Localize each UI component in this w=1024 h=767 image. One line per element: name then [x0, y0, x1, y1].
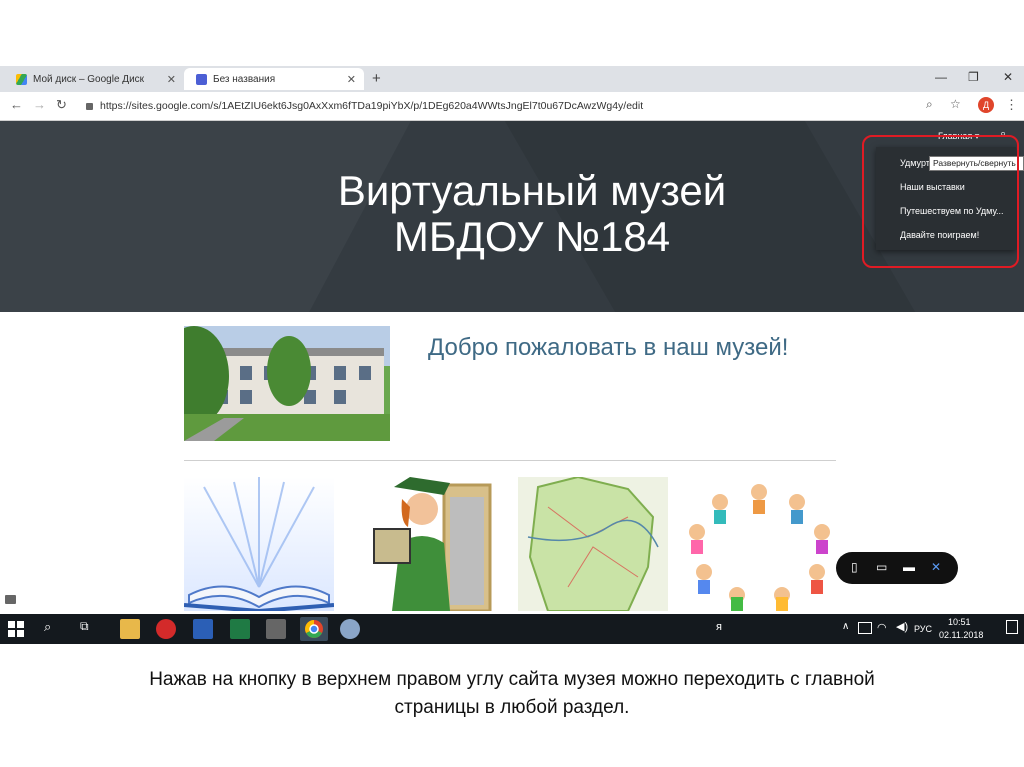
search-icon[interactable]: ⌕	[44, 619, 64, 639]
new-tab-button[interactable]: +	[372, 70, 381, 87]
close-preview-icon[interactable]: ✕	[931, 560, 941, 574]
excel-icon[interactable]	[230, 619, 250, 639]
forward-icon[interactable]: →	[33, 97, 46, 112]
google-sites-icon	[196, 73, 207, 85]
wifi-icon[interactable]: ◠	[877, 621, 887, 634]
slide-caption: Нажав на кнопку в верхнем правом углу са…	[0, 666, 1024, 722]
children-circle-image[interactable]	[682, 477, 837, 611]
tab-label: Мой диск – Google Диск	[33, 73, 145, 85]
word-icon[interactable]	[193, 619, 213, 639]
file-explorer-icon[interactable]	[120, 619, 140, 639]
opera-icon[interactable]	[156, 619, 176, 639]
tab-google-drive[interactable]: Мой диск – Google Диск ✕	[4, 68, 184, 90]
phone-preview-icon[interactable]: ▯	[851, 560, 858, 574]
clock-date[interactable]: 02.11.2018	[939, 630, 983, 640]
school-building-photo	[184, 326, 390, 441]
url-text: https://sites.google.com/s/1AEtZIU6ekt6J…	[100, 100, 644, 112]
lock-icon	[86, 102, 93, 110]
people-icon[interactable]: ᴙ	[716, 621, 722, 633]
caption-line1: Нажав на кнопку в верхнем правом углу са…	[149, 669, 875, 690]
input-language[interactable]: РУС	[914, 624, 932, 634]
chrome-taskbar-button[interactable]	[300, 617, 328, 641]
desktop-preview-icon[interactable]: ▬	[903, 560, 915, 574]
menu-kebab-icon[interactable]: ⋮	[1005, 97, 1018, 113]
keyboard-layout-icon[interactable]	[858, 622, 872, 634]
clock-time[interactable]: 10:51	[948, 617, 971, 627]
feedback-icon[interactable]	[5, 595, 16, 604]
tab-label: Без названия	[213, 73, 276, 85]
profile-avatar[interactable]: Д	[978, 97, 994, 113]
bookmark-star-icon[interactable]: ☆	[950, 97, 961, 111]
welcome-heading: Добро пожаловать в наш музей!	[428, 334, 789, 361]
address-bar[interactable]: https://sites.google.com/s/1AEtZIU6ekt6J…	[80, 96, 990, 116]
reload-icon[interactable]: ↻	[56, 97, 67, 113]
tab-untitled-site[interactable]: Без названия ✕	[184, 68, 364, 90]
volume-icon[interactable]: ◀)	[896, 620, 908, 633]
notifications-icon[interactable]	[1006, 620, 1018, 634]
cartoon-character-image[interactable]	[352, 477, 502, 611]
task-view-icon[interactable]: ⧉	[80, 619, 100, 639]
back-icon[interactable]: ←	[10, 97, 23, 112]
caption-line2: страницы в любой раздел.	[394, 697, 630, 718]
udmurtia-map-image[interactable]	[518, 477, 668, 611]
close-tab-icon[interactable]: ✕	[167, 73, 176, 86]
open-book-image[interactable]	[184, 477, 334, 611]
close-window-icon[interactable]: ✕	[1003, 70, 1013, 84]
highlight-outline	[862, 135, 1019, 268]
zoom-icon[interactable]: ⌕	[926, 97, 933, 112]
tablet-preview-icon[interactable]: ▭	[876, 560, 887, 574]
google-drive-icon	[16, 73, 27, 85]
minimize-icon[interactable]: —	[935, 70, 947, 84]
paint-icon[interactable]	[340, 619, 360, 639]
close-tab-icon[interactable]: ✕	[347, 73, 356, 86]
calculator-icon[interactable]	[266, 619, 286, 639]
divider	[184, 460, 836, 461]
windows-start-icon[interactable]	[6, 619, 26, 639]
restore-icon[interactable]: ❐	[968, 70, 979, 84]
show-hidden-icons-icon[interactable]: ∧	[842, 621, 849, 632]
